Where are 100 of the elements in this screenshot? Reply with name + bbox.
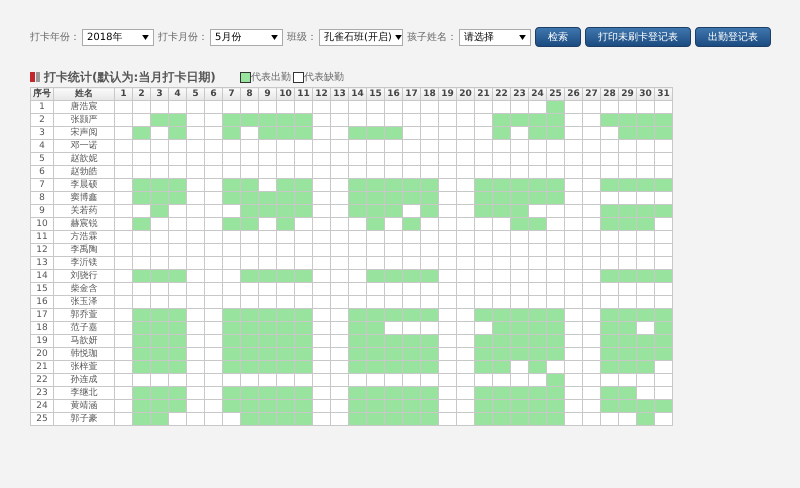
table-cell: 郭乔萱	[54, 308, 114, 322]
table-cell: 8	[30, 192, 54, 204]
caret-icon	[142, 34, 149, 40]
table-cell: 赵勃皓	[54, 166, 114, 178]
day-header: 16	[384, 88, 402, 100]
dropdown[interactable]: 孔雀石班(开启)	[319, 28, 403, 46]
bar-icon	[30, 72, 40, 82]
day-header: 30	[636, 88, 654, 100]
table-cell: 25	[30, 412, 54, 426]
column-header: 姓名	[54, 88, 114, 100]
table-cell: 9	[30, 204, 54, 218]
day-header: 10	[276, 88, 294, 100]
day-header: 8	[240, 88, 258, 100]
day-header: 23	[510, 88, 528, 100]
table-cell: 16	[30, 296, 54, 308]
table-cell: 李禹陶	[54, 244, 114, 256]
day-header: 26	[564, 88, 582, 100]
table-cell: 邓一诺	[54, 140, 114, 152]
table-cell: 刘骁行	[54, 270, 114, 282]
table-cell: 12	[30, 244, 54, 256]
caret-icon	[519, 34, 526, 40]
caret-icon	[271, 34, 278, 40]
table-cell: 范子嘉	[54, 322, 114, 334]
table-cell: 6	[30, 166, 54, 178]
table-cell: 13	[30, 256, 54, 270]
table-cell: 方浩霖	[54, 230, 114, 244]
day-header: 15	[366, 88, 384, 100]
table-cell: 20	[30, 348, 54, 360]
dropdown[interactable]: 2018年	[82, 28, 154, 46]
action-button[interactable]: 打印未刷卡登记表	[585, 27, 691, 47]
action-button[interactable]: 检索	[535, 27, 581, 47]
table-cell: 21	[30, 360, 54, 374]
legend-label: 代表出勤	[250, 70, 291, 84]
table-cell: 2	[30, 114, 54, 126]
section-title: 打卡统计(默认为:当月打卡日期)	[44, 68, 216, 86]
dropdown[interactable]: 请选择	[459, 28, 531, 46]
table-cell: 唐浩宸	[54, 100, 114, 114]
day-header: 31	[654, 88, 672, 100]
day-header: 3	[150, 88, 168, 100]
table-cell: 郭子豪	[54, 412, 114, 426]
day-header: 21	[474, 88, 492, 100]
table-cell: 孙连成	[54, 374, 114, 386]
day-header: 12	[312, 88, 330, 100]
day-header: 18	[420, 88, 438, 100]
day-header: 1	[114, 88, 132, 100]
filter-label: 打卡年份：	[30, 30, 80, 44]
table-cell: 赫宸锐	[54, 218, 114, 230]
action-button[interactable]: 出勤登记表	[695, 27, 771, 47]
legend-label: 代表缺勤	[304, 70, 344, 84]
table-cell: 14	[30, 270, 54, 282]
table-cell: 张颢严	[54, 114, 114, 126]
table-cell: 窦博鑫	[54, 192, 114, 204]
table-cell: 宋声阅	[54, 126, 114, 140]
day-header: 7	[222, 88, 240, 100]
table-cell: 柴金含	[54, 282, 114, 296]
day-header: 19	[438, 88, 456, 100]
table-cell: 3	[30, 126, 54, 140]
day-header: 5	[186, 88, 204, 100]
table-cell: 7	[30, 178, 54, 192]
day-header: 2	[132, 88, 150, 100]
table-cell: 马歆妍	[54, 334, 114, 348]
day-header: 20	[456, 88, 474, 100]
table-cell: 23	[30, 386, 54, 400]
table-cell: 24	[30, 400, 54, 412]
day-header: 17	[402, 88, 420, 100]
filter-label: 孩子姓名：	[407, 30, 457, 44]
table-cell: 张梓萱	[54, 360, 114, 374]
caret-icon	[394, 34, 402, 40]
table-cell: 19	[30, 334, 54, 348]
day-header: 4	[168, 88, 186, 100]
table-cell: 18	[30, 322, 54, 334]
table-cell: 李沂镁	[54, 256, 114, 270]
day-header: 25	[546, 88, 564, 100]
dropdown[interactable]: 5月份	[210, 28, 283, 46]
table-cell: 22	[30, 374, 54, 386]
table-cell: 关若药	[54, 204, 114, 218]
table-cell: 张玉泽	[54, 296, 114, 308]
filter-label: 班级：	[287, 30, 317, 44]
day-header: 29	[618, 88, 636, 100]
filter-label: 打卡月份：	[158, 30, 208, 44]
day-header: 24	[528, 88, 546, 100]
table-cell: 1	[30, 100, 54, 114]
table-cell: 李晨硕	[54, 178, 114, 192]
day-header: 22	[492, 88, 510, 100]
day-header: 13	[330, 88, 348, 100]
table-cell: 11	[30, 230, 54, 244]
day-header: 27	[582, 88, 600, 100]
day-header: 6	[204, 88, 222, 100]
table-cell: 赵歆妮	[54, 152, 114, 166]
table-cell: 10	[30, 218, 54, 230]
table-cell: 15	[30, 282, 54, 296]
table-cell: 17	[30, 308, 54, 322]
day-header: 28	[600, 88, 618, 100]
column-header: 序号	[30, 88, 54, 100]
table-cell: 黄靖涵	[54, 400, 114, 412]
table-cell: 韩悦珈	[54, 348, 114, 360]
day-header: 9	[258, 88, 276, 100]
table-cell: 5	[30, 152, 54, 166]
table-cell: 李继北	[54, 386, 114, 400]
table-cell: 4	[30, 140, 54, 152]
